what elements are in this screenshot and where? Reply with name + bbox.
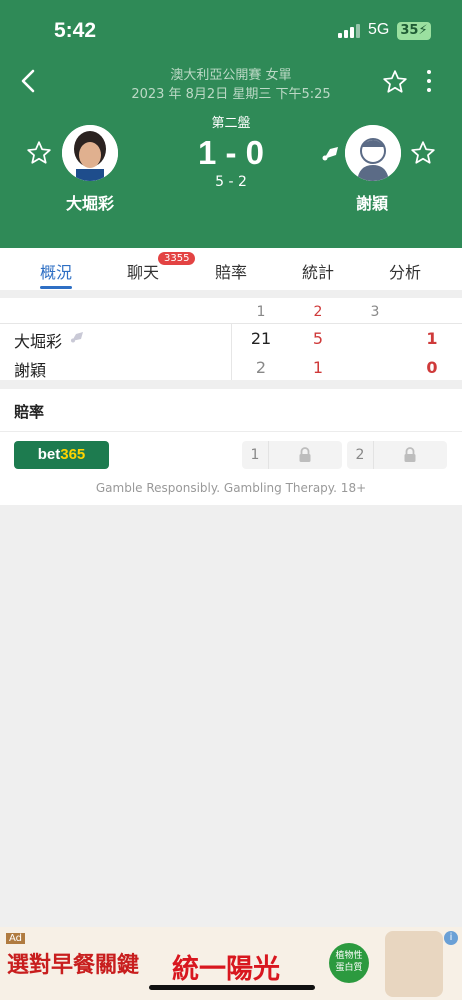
serving-shuttlecock-icon: [322, 147, 338, 161]
ad-product-badge: 植物性 蛋白質: [329, 943, 369, 983]
favorite-player2-star-icon[interactable]: [410, 140, 436, 166]
player2-name[interactable]: 謝穎: [312, 190, 432, 214]
info-icon[interactable]: i: [444, 931, 458, 945]
bookmaker-accent: 365: [60, 446, 86, 463]
set-header-2: 2: [313, 304, 323, 320]
player1-total: 1: [426, 329, 438, 348]
tab-overview[interactable]: 概況: [16, 259, 96, 283]
signal-icon: [338, 24, 360, 38]
ad-tag: Ad: [6, 933, 26, 944]
player1-name[interactable]: 大堀彩: [30, 190, 150, 214]
divider: [0, 431, 462, 432]
player1-set2-score: 5: [312, 329, 324, 348]
more-icon[interactable]: [425, 70, 433, 94]
bet365-logo[interactable]: bet365: [14, 441, 109, 469]
battery-level: 35: [400, 23, 419, 38]
ad-badge-line2: 蛋白質: [335, 963, 363, 973]
scoreboard: 1 2 3 大堀彩 21 5 1 謝穎 2 1 0: [0, 298, 462, 380]
match-header: 5:42 5G 35⚡ 澳大利亞公開賽 女單 2023 年 8月2日 星期三 下…: [0, 0, 462, 248]
set-header-3: 3: [370, 304, 380, 320]
ad-headline: 選對早餐關鍵: [7, 952, 140, 978]
lock-icon: [404, 447, 416, 462]
scoreboard-player2-name: 謝穎: [14, 361, 47, 380]
ad-model-image: [385, 931, 443, 997]
odds-option-label: 2: [347, 441, 374, 469]
player2-set2-score: 1: [312, 358, 324, 377]
odds-title: 賠率: [14, 403, 45, 421]
battery-icon: 35⚡: [397, 22, 431, 40]
lock-icon: [299, 447, 311, 462]
gambling-disclaimer: Gamble Responsibly. Gambling Therapy. 18…: [95, 481, 367, 495]
odds-option-label: 1: [242, 441, 269, 469]
network-label: 5G: [368, 21, 390, 38]
odds-option-2[interactable]: 2: [347, 441, 447, 469]
divider: [231, 323, 232, 380]
player1-set1-score: 21: [250, 329, 272, 348]
ad-brand: 統一陽光: [172, 954, 280, 985]
status-time: 5:42: [54, 19, 97, 42]
odds-section: 賠率 bet365 1 2 Gamble Responsibly. Gambli…: [0, 389, 462, 505]
tab-odds[interactable]: 賠率: [191, 259, 271, 283]
tab-stats[interactable]: 統計: [278, 259, 358, 283]
ad-badge-line1: 植物性: [335, 951, 363, 961]
home-indicator[interactable]: [149, 985, 315, 990]
shuttlecock-icon: [71, 332, 83, 343]
chat-count-badge: 3355: [158, 252, 196, 265]
set-label: 第二盤: [211, 116, 251, 131]
player2-set1-score: 2: [255, 358, 267, 377]
odds-option-1[interactable]: 1: [242, 441, 342, 469]
game-score: 5 - 2: [215, 174, 247, 190]
player2-avatar[interactable]: [345, 125, 401, 181]
bookmaker-main: bet: [37, 446, 61, 463]
player2-total: 0: [426, 358, 438, 377]
active-tab-indicator: [40, 286, 72, 289]
scoreboard-player1-name: 大堀彩: [14, 332, 63, 351]
favorite-match-star-icon[interactable]: [382, 69, 408, 95]
tab-bar: 概況 聊天 賠率 統計 分析: [0, 248, 462, 290]
set-header-1: 1: [256, 304, 266, 320]
tab-analysis[interactable]: 分析: [365, 259, 445, 283]
